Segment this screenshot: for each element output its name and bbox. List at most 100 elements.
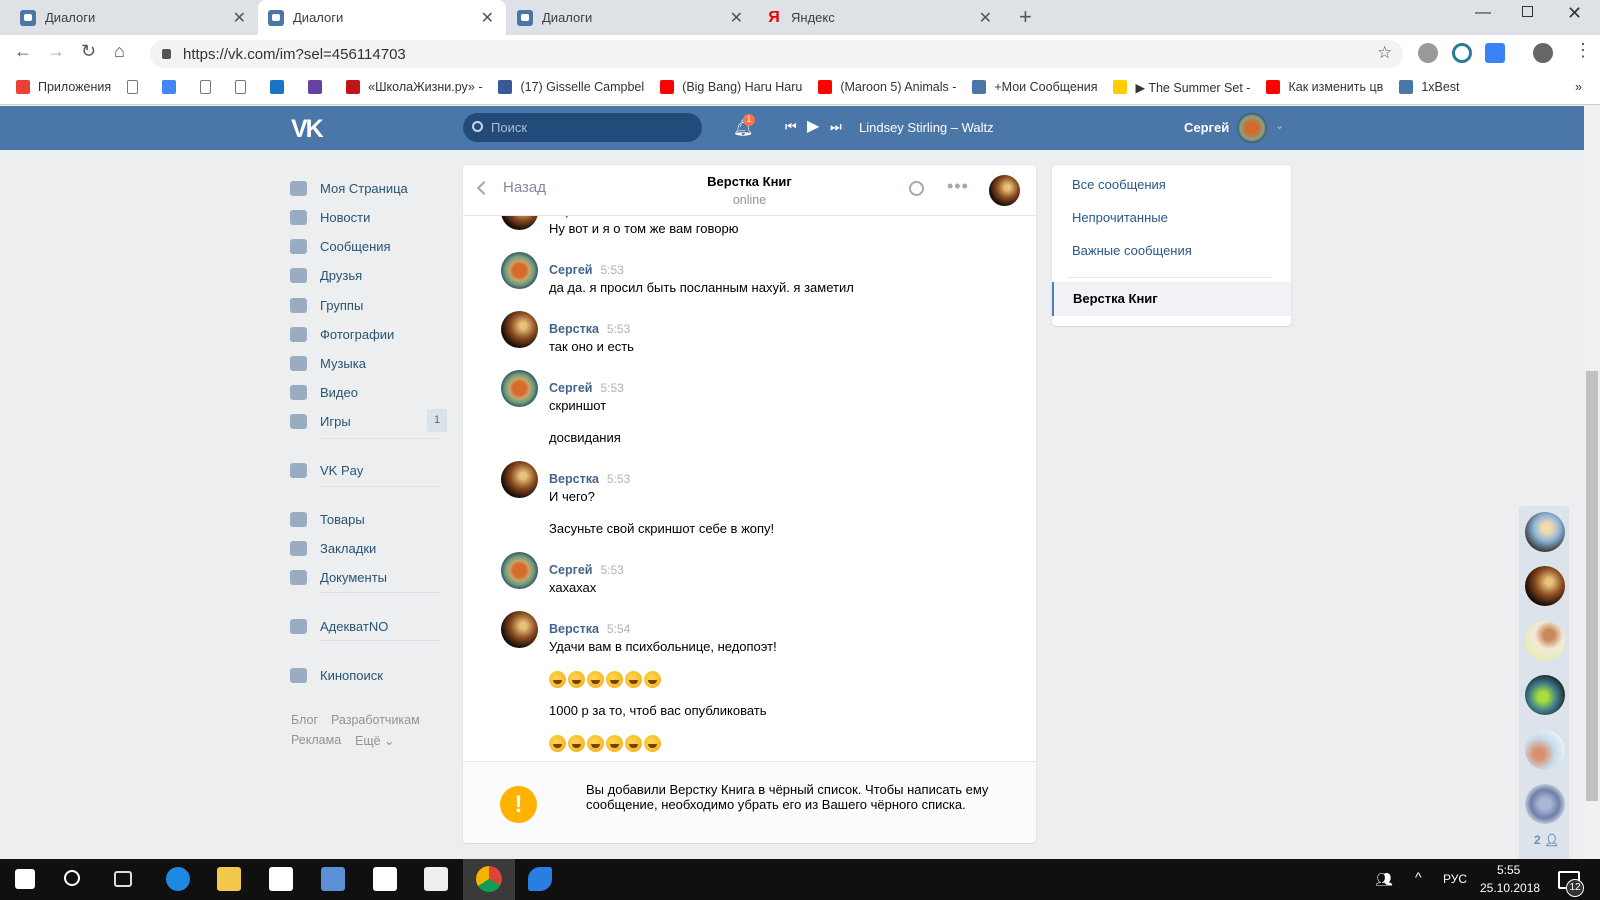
bookmark[interactable]: (Big Bang) Haru Haru bbox=[660, 80, 802, 94]
bookmark[interactable]: (17) Gisselle Campbel bbox=[498, 80, 644, 94]
sidebar-item[interactable]: АдекватNO bbox=[290, 616, 388, 636]
sidebar-item[interactable]: Группы bbox=[290, 295, 363, 315]
sender-name[interactable]: Верстка bbox=[549, 322, 599, 336]
bookmark[interactable] bbox=[200, 80, 219, 94]
filter-important[interactable]: Важные сообщения bbox=[1072, 243, 1192, 258]
sidebar-item[interactable]: Кинопоиск bbox=[290, 665, 383, 685]
scrollbar-thumb[interactable] bbox=[1586, 371, 1598, 801]
sidebar-item[interactable]: Закладки bbox=[290, 538, 376, 558]
next-track-icon[interactable]: ⏭︎ bbox=[830, 119, 842, 135]
clock-date[interactable]: 25.10.2018 bbox=[1480, 881, 1540, 895]
search-icon[interactable] bbox=[909, 181, 924, 196]
chat-avatar[interactable] bbox=[989, 175, 1020, 206]
sender-avatar[interactable] bbox=[501, 552, 538, 589]
search-input[interactable]: Поиск bbox=[463, 113, 702, 142]
friends-online-count[interactable]: 2 👤︎ bbox=[1534, 833, 1559, 847]
sidebar-item[interactable]: Музыка bbox=[290, 353, 366, 373]
close-window-icon[interactable]: ✕ bbox=[1567, 3, 1582, 24]
profile-avatar[interactable] bbox=[1533, 43, 1553, 63]
sidebar-item[interactable]: Документы bbox=[290, 567, 387, 587]
bookmark[interactable] bbox=[127, 80, 146, 94]
store-icon[interactable] bbox=[269, 867, 293, 891]
friend-avatar[interactable] bbox=[1525, 621, 1565, 661]
bookmark[interactable] bbox=[162, 80, 184, 94]
reload-icon[interactable]: ↻ bbox=[81, 41, 96, 62]
home-icon[interactable]: ⌂ bbox=[114, 41, 125, 62]
star-icon[interactable]: ☆ bbox=[1377, 43, 1392, 63]
browser-tab[interactable]: Я Яндекс ✕ bbox=[756, 0, 1004, 35]
address-bar[interactable]: https://vk.com/im?sel=456114703 ☆ bbox=[150, 40, 1403, 68]
filter-unread[interactable]: Непрочитанные bbox=[1072, 210, 1168, 225]
close-tab-icon[interactable]: ✕ bbox=[233, 8, 246, 28]
file-explorer-icon[interactable] bbox=[217, 867, 241, 891]
task-view-icon[interactable] bbox=[114, 871, 132, 887]
bookmark[interactable] bbox=[308, 80, 330, 94]
bookmark[interactable]: ▶ The Summer Set - bbox=[1113, 80, 1250, 95]
bookmark[interactable]: «ШколаЖизни.ру» - bbox=[346, 80, 482, 94]
bookmark[interactable] bbox=[270, 80, 292, 94]
bookmark[interactable]: Приложения bbox=[16, 80, 111, 94]
sender-avatar[interactable] bbox=[501, 252, 538, 289]
edge-icon[interactable] bbox=[166, 867, 190, 891]
people-icon[interactable]: 👥︎ bbox=[1375, 871, 1393, 888]
sidebar-item[interactable]: Фотографии bbox=[290, 324, 394, 344]
sender-avatar[interactable] bbox=[501, 370, 538, 407]
mail-icon[interactable] bbox=[373, 867, 397, 891]
browser-tab[interactable]: Диалоги ✕ bbox=[507, 0, 755, 35]
friend-avatar[interactable] bbox=[1525, 512, 1565, 552]
sender-name[interactable]: Сергей bbox=[549, 563, 592, 577]
sidebar-item[interactable]: Видео bbox=[290, 382, 358, 402]
footer-link[interactable]: Ещё ⌄ bbox=[355, 733, 395, 748]
page-scrollbar[interactable] bbox=[1584, 106, 1600, 859]
close-tab-icon[interactable]: ✕ bbox=[481, 8, 494, 28]
sidebar-item[interactable]: Товары bbox=[290, 509, 365, 529]
app-icon[interactable] bbox=[528, 867, 552, 891]
sender-avatar[interactable] bbox=[501, 611, 538, 648]
filter-all-messages[interactable]: Все сообщения bbox=[1072, 177, 1166, 192]
sidebar-item[interactable]: Новости bbox=[290, 207, 370, 227]
bookmark[interactable]: Как изменить цв bbox=[1266, 80, 1383, 94]
sender-name[interactable]: Верстка bbox=[549, 622, 599, 636]
footer-link[interactable]: Блог bbox=[291, 713, 318, 727]
browser-tab-active[interactable]: Диалоги ✕ bbox=[258, 0, 506, 35]
user-avatar[interactable] bbox=[1237, 113, 1267, 143]
bookmark[interactable] bbox=[235, 80, 254, 94]
minimize-icon[interactable]: — bbox=[1475, 4, 1491, 22]
menu-icon[interactable]: ⋮ bbox=[1574, 40, 1592, 61]
restore-icon[interactable] bbox=[1522, 6, 1533, 17]
clock-time[interactable]: 5:55 bbox=[1497, 863, 1520, 877]
more-icon[interactable]: ••• bbox=[947, 176, 969, 197]
chevron-up-icon[interactable]: ^ bbox=[1415, 869, 1422, 885]
more-bookmarks-icon[interactable]: » bbox=[1575, 80, 1582, 94]
forward-icon[interactable]: → bbox=[47, 41, 65, 62]
yandex-browser-icon[interactable] bbox=[424, 867, 448, 891]
sender-name[interactable]: Верстка bbox=[549, 216, 599, 218]
message-history[interactable]: Верстка Ну вот и я о том же вам говорю Сер… bbox=[463, 216, 1036, 761]
sender-avatar[interactable] bbox=[501, 461, 538, 498]
language-indicator[interactable]: РУС bbox=[1443, 872, 1467, 886]
play-icon[interactable]: ▶︎ bbox=[807, 116, 819, 136]
sidebar-item[interactable]: Игры bbox=[290, 411, 351, 431]
bookmark[interactable]: +Мои Сообщения bbox=[972, 80, 1097, 94]
extension-icon[interactable] bbox=[1452, 43, 1472, 63]
footer-link[interactable]: Реклама bbox=[291, 733, 341, 747]
chevron-down-icon[interactable]: ⌄ bbox=[1275, 119, 1284, 132]
friend-avatar[interactable] bbox=[1525, 566, 1565, 606]
friend-avatar[interactable] bbox=[1525, 675, 1565, 715]
sidebar-item[interactable]: Сообщения bbox=[290, 236, 391, 256]
current-track[interactable]: Lindsey Stirling – Waltz bbox=[859, 120, 994, 135]
sidebar-item[interactable]: Моя Страница bbox=[290, 178, 408, 198]
search-icon[interactable] bbox=[64, 870, 80, 886]
sidebar-item[interactable]: Друзья bbox=[290, 265, 362, 285]
back-icon[interactable]: ← bbox=[14, 41, 32, 62]
close-tab-icon[interactable]: ✕ bbox=[730, 8, 743, 28]
previous-track-icon[interactable]: ⏮︎ bbox=[785, 119, 797, 135]
footer-link[interactable]: Разработчикам bbox=[331, 713, 420, 727]
bookmark[interactable]: 1xBest bbox=[1399, 80, 1460, 94]
sender-name[interactable]: Верстка bbox=[549, 472, 599, 486]
friend-avatar[interactable] bbox=[1525, 730, 1565, 770]
bookmark[interactable]: (Maroon 5) Animals - bbox=[818, 80, 956, 94]
active-dialog[interactable]: Верстка Книг bbox=[1052, 282, 1291, 316]
chrome-icon[interactable] bbox=[476, 866, 502, 892]
vpn-extension-icon[interactable] bbox=[1418, 43, 1438, 63]
